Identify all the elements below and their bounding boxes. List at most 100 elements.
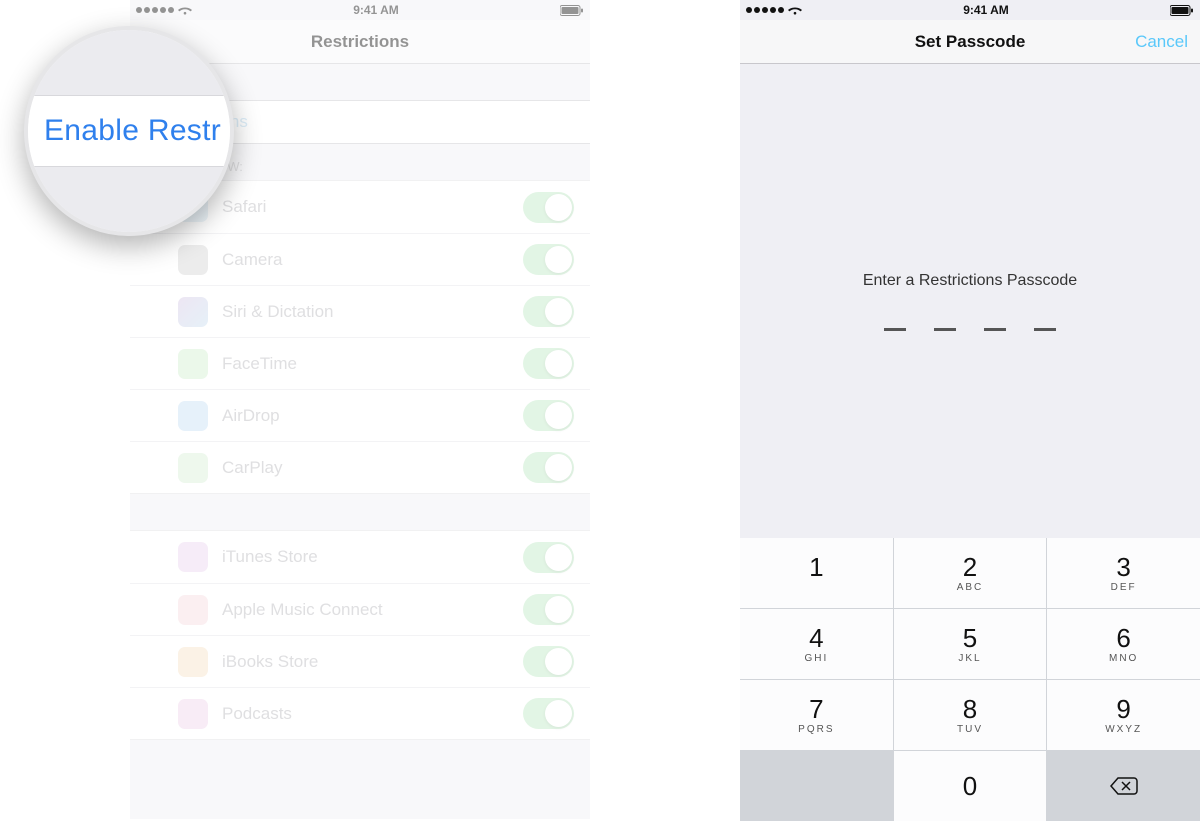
row-label: iTunes Store — [222, 547, 523, 567]
row-label: Podcasts — [222, 704, 523, 724]
row-label: Apple Music Connect — [222, 600, 523, 620]
keypad-key-7[interactable]: 7 PQRS — [740, 680, 893, 750]
settings-row[interactable]: iBooks Store — [130, 635, 590, 687]
passcode-slot — [984, 328, 1006, 331]
toggle-switch[interactable] — [523, 594, 574, 625]
key-number: 1 — [809, 554, 823, 580]
app-icon — [178, 245, 208, 275]
key-number: 7 — [809, 696, 823, 722]
row-label: iBooks Store — [222, 652, 523, 672]
keypad-key-0[interactable]: 0 — [894, 751, 1047, 821]
passcode-slot — [934, 328, 956, 331]
page-title: Restrictions — [311, 32, 409, 52]
app-icon — [178, 297, 208, 327]
settings-row[interactable]: Podcasts — [130, 687, 590, 739]
wifi-icon — [178, 5, 192, 15]
app-icon — [178, 542, 208, 572]
magnifier-loupe: Enable Restr — [24, 26, 234, 236]
passcode-prompt-area: Enter a Restrictions Passcode — [740, 64, 1200, 538]
toggle-switch[interactable] — [523, 244, 574, 275]
key-number: 8 — [963, 696, 977, 722]
key-number: 3 — [1116, 554, 1130, 580]
key-letters: DEF — [1111, 582, 1137, 593]
keypad-key-5[interactable]: 5 JKL — [894, 609, 1047, 679]
key-letters: JKL — [958, 653, 981, 664]
backspace-icon — [1109, 776, 1139, 796]
status-left — [746, 5, 802, 15]
toggle-switch[interactable] — [523, 400, 574, 431]
row-label: Camera — [222, 250, 523, 270]
status-right — [560, 5, 584, 16]
keypad-blank — [740, 751, 893, 821]
settings-row[interactable]: FaceTime — [130, 337, 590, 389]
toggle-switch[interactable] — [523, 348, 574, 379]
key-letters: TUV — [957, 724, 983, 735]
key-number: 6 — [1116, 625, 1130, 651]
keypad-key-2[interactable]: 2 ABC — [894, 538, 1047, 608]
battery-icon — [560, 5, 584, 16]
toggle-switch[interactable] — [523, 452, 574, 483]
status-bar: 9:41 AM — [740, 0, 1200, 20]
numeric-keypad: 1 2 ABC 3 DEF 4 GHI 5 JKL 6 MNO 7 PQRS 8 TUV 9 WXYZ 0 — [740, 538, 1200, 821]
keypad-backspace[interactable] — [1047, 751, 1200, 821]
app-icon — [178, 401, 208, 431]
keypad-key-9[interactable]: 9 WXYZ — [1047, 680, 1200, 750]
key-letters: ABC — [957, 582, 984, 593]
keypad-key-3[interactable]: 3 DEF — [1047, 538, 1200, 608]
allow-list-1: Safari Camera Siri & Dictation FaceTime AirD… — [130, 180, 590, 494]
row-label: FaceTime — [222, 354, 523, 374]
settings-row[interactable]: iTunes Store — [130, 531, 590, 583]
keypad-key-1[interactable]: 1 — [740, 538, 893, 608]
magnified-enable-label: Enable Restr — [28, 95, 230, 167]
page-title: Set Passcode — [915, 32, 1026, 52]
key-number: 5 — [963, 625, 977, 651]
nav-bar: Set Passcode Cancel — [740, 20, 1200, 64]
status-right — [1170, 5, 1194, 16]
row-label: Safari — [222, 197, 523, 217]
row-label: Siri & Dictation — [222, 302, 523, 322]
settings-row[interactable]: Apple Music Connect — [130, 583, 590, 635]
toggle-switch[interactable] — [523, 192, 574, 223]
app-icon — [178, 647, 208, 677]
passcode-dots — [884, 328, 1056, 331]
key-number: 2 — [963, 554, 977, 580]
set-passcode-screen: 9:41 AM Set Passcode Cancel Enter a Rest… — [740, 0, 1200, 819]
signal-icon — [136, 7, 174, 13]
settings-row[interactable]: CarPlay — [130, 441, 590, 493]
passcode-slot — [1034, 328, 1056, 331]
settings-row[interactable]: AirDrop — [130, 389, 590, 441]
app-icon — [178, 595, 208, 625]
toggle-switch[interactable] — [523, 296, 574, 327]
toggle-switch[interactable] — [523, 646, 574, 677]
passcode-slot — [884, 328, 906, 331]
battery-icon — [1170, 5, 1194, 16]
app-icon — [178, 453, 208, 483]
key-letters: PQRS — [798, 724, 834, 735]
status-bar: 9:41 AM — [130, 0, 590, 20]
app-icon — [178, 349, 208, 379]
keypad-key-6[interactable]: 6 MNO — [1047, 609, 1200, 679]
status-left — [136, 5, 192, 15]
settings-row[interactable]: Camera — [130, 233, 590, 285]
key-number: 4 — [809, 625, 823, 651]
row-label: AirDrop — [222, 406, 523, 426]
row-label: CarPlay — [222, 458, 523, 478]
toggle-switch[interactable] — [523, 542, 574, 573]
key-number: 9 — [1116, 696, 1130, 722]
key-letters: GHI — [804, 653, 828, 664]
cancel-button[interactable]: Cancel — [1135, 32, 1188, 52]
key-letters: MNO — [1109, 653, 1138, 664]
key-letters: WXYZ — [1105, 724, 1142, 735]
passcode-prompt-label: Enter a Restrictions Passcode — [863, 272, 1077, 290]
allow-list-2: iTunes Store Apple Music Connect iBooks St… — [130, 530, 590, 740]
keypad-key-4[interactable]: 4 GHI — [740, 609, 893, 679]
keypad-key-8[interactable]: 8 TUV — [894, 680, 1047, 750]
app-icon — [178, 699, 208, 729]
status-time: 9:41 AM — [963, 3, 1009, 17]
toggle-switch[interactable] — [523, 698, 574, 729]
signal-icon — [746, 7, 784, 13]
settings-row[interactable]: Siri & Dictation — [130, 285, 590, 337]
status-time: 9:41 AM — [353, 3, 399, 17]
key-number: 0 — [963, 773, 977, 799]
wifi-icon — [788, 5, 802, 15]
